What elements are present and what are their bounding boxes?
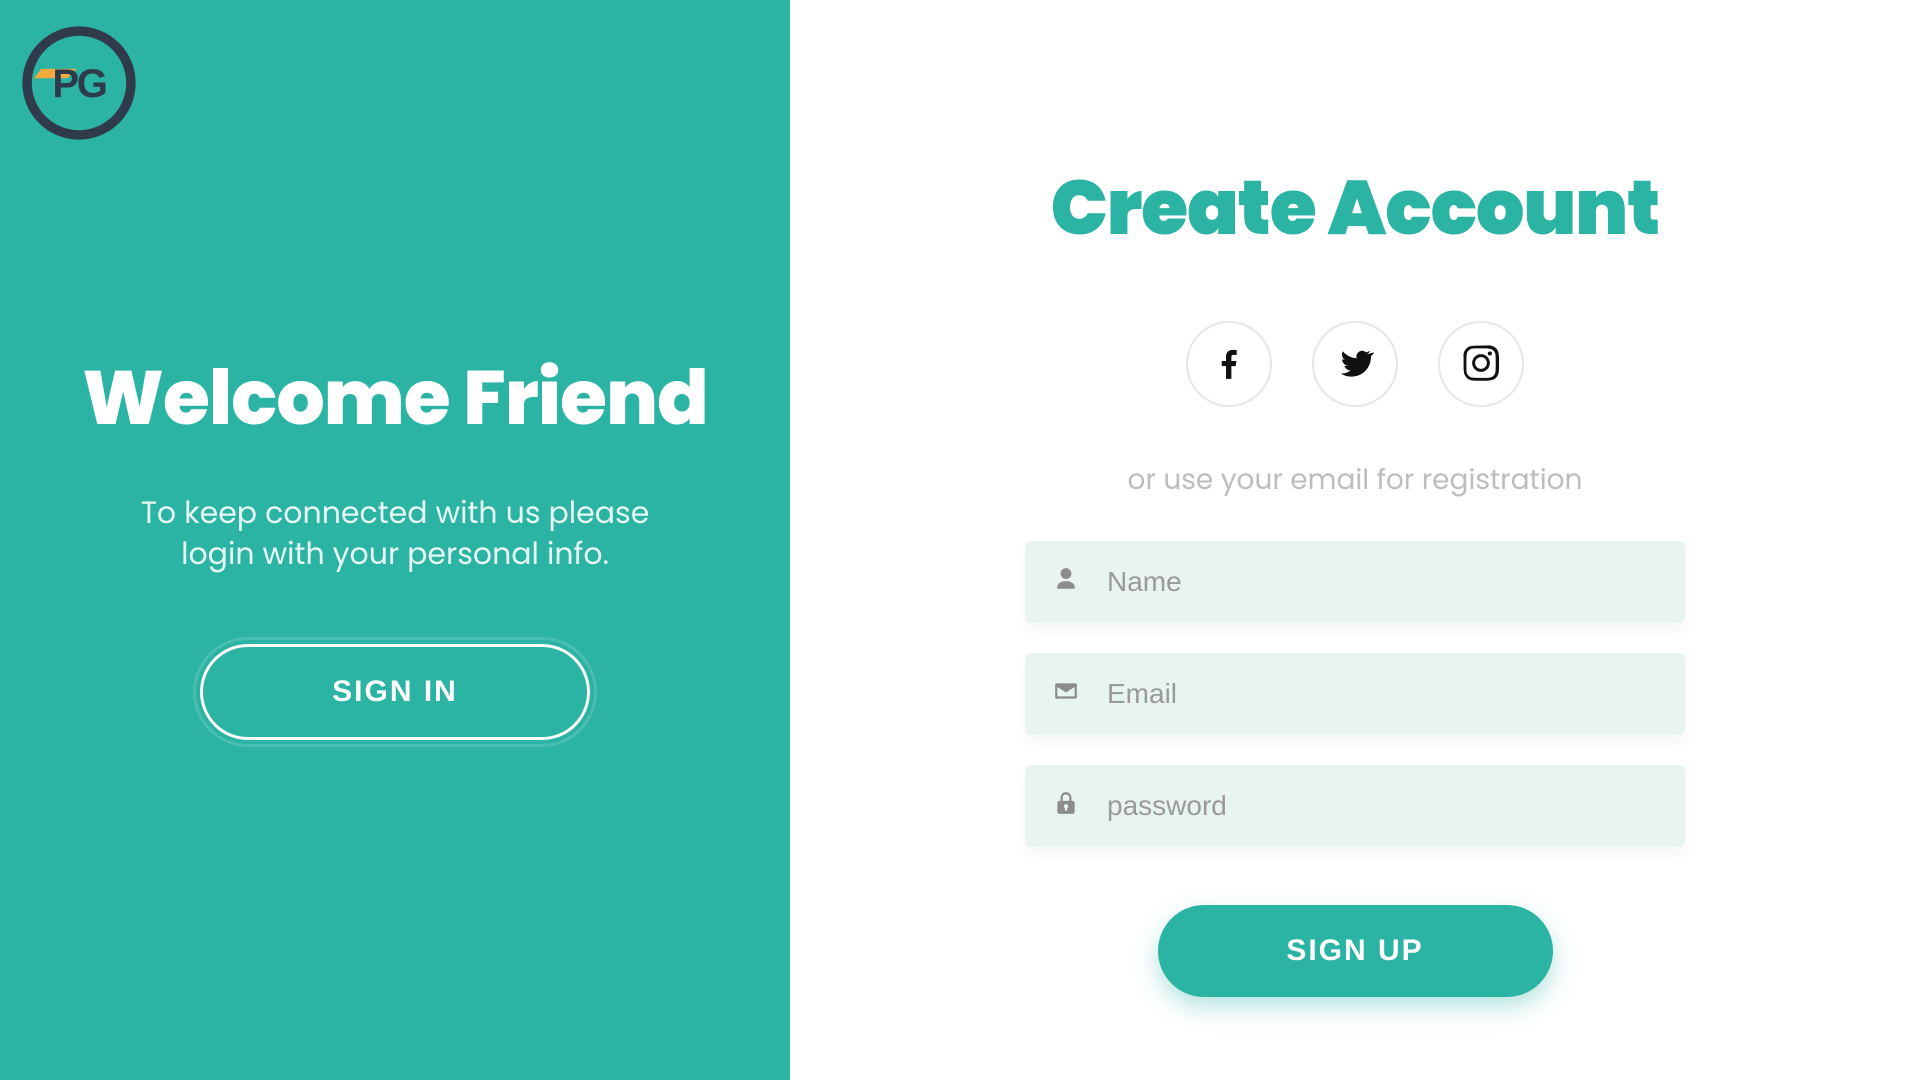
sign-in-button[interactable]: SIGN IN [200,644,590,740]
create-account-title: Create Account [1051,150,1660,265]
twitter-login-button[interactable] [1312,321,1398,407]
brand-logo: PG [20,24,138,142]
facebook-login-button[interactable] [1186,321,1272,407]
social-login-row [1186,321,1524,407]
sign-up-button[interactable]: SIGN UP [1158,905,1553,997]
welcome-panel: PG Welcome Friend To keep connected with… [0,0,790,1080]
twitter-icon [1336,344,1374,385]
instagram-login-button[interactable] [1438,321,1524,407]
name-input[interactable] [1107,566,1657,598]
lock-icon [1053,790,1107,823]
brand-logo-text: PG [52,61,105,106]
signup-panel: Create Account or use your email for reg… [790,0,1920,1080]
email-input[interactable] [1107,678,1657,710]
instagram-icon [1462,344,1500,385]
password-field[interactable] [1025,765,1685,847]
or-use-email-text: or use your email for registration [1128,459,1583,501]
facebook-icon [1210,344,1248,385]
welcome-title: Welcome Friend [82,340,708,455]
envelope-icon [1053,678,1107,711]
password-input[interactable] [1107,790,1657,822]
welcome-subtitle: To keep connected with us please login w… [115,493,675,574]
email-field[interactable] [1025,653,1685,735]
user-icon [1053,566,1107,599]
name-field[interactable] [1025,541,1685,623]
